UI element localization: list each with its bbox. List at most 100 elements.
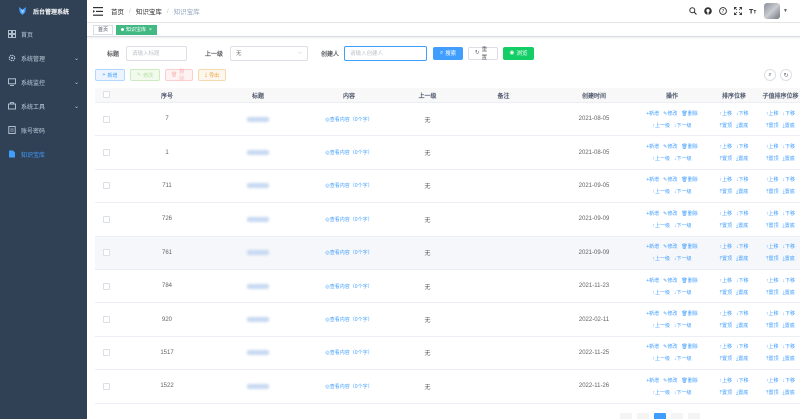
view-content-link[interactable]: ◎查看内容（0个字） [325,349,372,356]
row-checkbox[interactable] [102,115,110,123]
row-checkbox[interactable] [102,316,110,324]
search-icon[interactable] [689,7,697,15]
search-toggle-button[interactable]: ⌕ [764,69,776,81]
move-up-button[interactable]: ↑上移 [719,277,732,284]
creator-input[interactable]: 请输入创建人 [344,45,428,61]
move-up-button[interactable]: ↑上移 [766,277,779,284]
move-down-button[interactable]: ↓下移 [783,277,796,284]
add-button[interactable]: +新增 [646,310,659,317]
move-up-button[interactable]: ↑上移 [719,243,732,250]
next-level-button[interactable]: ↓下一级 [674,188,692,195]
prev-level-button[interactable]: ↑上一级 [652,289,670,296]
cell-title[interactable] [217,283,299,289]
move-bottom-button[interactable]: ⤓置底 [783,322,795,329]
move-top-button[interactable]: ⤒置顶 [766,188,778,195]
move-up-button[interactable]: ↑上移 [719,110,732,117]
next-level-button[interactable]: ↓下一级 [674,289,692,296]
move-bottom-button[interactable]: ⤓置底 [736,222,748,229]
hamburger-icon[interactable] [93,6,103,16]
add-button[interactable]: +新增 [646,243,659,250]
delete-button[interactable]: 🗑︎删除 [681,210,697,217]
edit-button[interactable]: ✎修改 [663,243,677,250]
help-icon[interactable]: ? [719,7,727,15]
sidebar-item[interactable]: 系统管理 ⌄ [0,46,87,70]
breadcrumb-home[interactable]: 首页 [111,6,124,16]
cell-title[interactable] [217,150,299,156]
view-content-link[interactable]: ◎查看内容（0个字） [325,249,372,256]
move-bottom-button[interactable]: ⤓置底 [736,355,748,362]
edit-button[interactable]: ✎修改 [663,377,677,384]
move-bottom-button[interactable]: ⤓置底 [736,188,748,195]
move-up-button[interactable]: ↑上移 [719,310,732,317]
prev-level-button[interactable]: ↑上一级 [652,389,670,396]
prev-level-button[interactable]: ↑上一级 [652,322,670,329]
row-checkbox[interactable] [102,149,110,157]
row-checkbox[interactable] [102,282,110,290]
prev-level-button[interactable]: ↑上一级 [652,188,670,195]
cell-title[interactable] [217,116,299,122]
move-top-button[interactable]: ⤒置顶 [720,355,732,362]
move-up-button[interactable]: ↑上移 [766,110,779,117]
move-down-button[interactable]: ↓下移 [783,143,796,150]
sidebar-item[interactable]: 系统工具 ⌄ [0,94,87,118]
move-top-button[interactable]: ⤒置顶 [720,322,732,329]
delete-button[interactable]: 🗑︎删除 [681,277,697,284]
delete-button[interactable]: 🗑︎删除 [681,343,697,350]
move-down-button[interactable]: ↓下移 [783,176,796,183]
move-down-button[interactable]: ↓下移 [783,343,796,350]
move-down-button[interactable]: ↓下移 [736,176,749,183]
move-up-button[interactable]: ↑上移 [766,243,779,250]
next-level-button[interactable]: ↓下一级 [674,255,692,262]
move-down-button[interactable]: ↓下移 [736,143,749,150]
move-bottom-button[interactable]: ⤓置底 [736,255,748,262]
move-up-button[interactable]: ↑上移 [766,143,779,150]
page-button[interactable] [671,413,683,419]
move-bottom-button[interactable]: ⤓置底 [736,289,748,296]
move-bottom-button[interactable]: ⤓置底 [783,255,795,262]
cell-title[interactable] [217,383,299,389]
move-top-button[interactable]: ⤒置顶 [766,289,778,296]
caret-down-icon[interactable]: ▼ [783,8,788,14]
add-button[interactable]: +新增 [646,277,659,284]
cell-title[interactable] [217,350,299,356]
select-all-checkbox[interactable] [102,90,110,98]
move-bottom-button[interactable]: ⤓置底 [783,289,795,296]
edit-button[interactable]: ✎修改 [663,110,677,117]
move-down-button[interactable]: ↓下移 [736,310,749,317]
move-down-button[interactable]: ↓下移 [736,343,749,350]
move-bottom-button[interactable]: ⤓置底 [736,322,748,329]
move-bottom-button[interactable]: ⤓置底 [736,122,748,129]
move-bottom-button[interactable]: ⤓置底 [783,155,795,162]
delete-button[interactable]: 🗑︎删除 [681,176,697,183]
cell-title[interactable] [217,183,299,189]
add-button[interactable]: +新增 [646,377,659,384]
add-button[interactable]: +新增 [646,110,659,117]
move-bottom-button[interactable]: ⤓置底 [783,355,795,362]
sidebar-item[interactable]: 账号密码 [0,118,87,142]
row-checkbox[interactable] [102,382,110,390]
edit-button[interactable]: ✎修改 [130,69,160,81]
row-checkbox[interactable] [102,249,110,257]
reset-button[interactable]: ↻ 重置 [468,46,499,61]
move-up-button[interactable]: ↑上移 [766,176,779,183]
edit-button[interactable]: ✎修改 [663,143,677,150]
page-button[interactable] [637,413,649,419]
move-top-button[interactable]: ⤒置顶 [766,255,778,262]
move-bottom-button[interactable]: ⤓置底 [783,389,795,396]
close-icon[interactable]: × [149,27,152,33]
move-top-button[interactable]: ⤒置顶 [720,222,732,229]
move-bottom-button[interactable]: ⤓置底 [736,389,748,396]
move-top-button[interactable]: ⤒置顶 [766,389,778,396]
move-up-button[interactable]: ↑上移 [719,210,732,217]
move-up-button[interactable]: ↑上移 [719,377,732,384]
delete-button[interactable]: 🗑︎删除 [681,310,697,317]
prev-level-button[interactable]: ↑上一级 [652,355,670,362]
view-content-link[interactable]: ◎查看内容（0个字） [325,116,372,123]
parent-select[interactable]: 无 ⌵ [230,45,309,61]
move-down-button[interactable]: ↓下移 [736,377,749,384]
move-top-button[interactable]: ⤒置顶 [766,155,778,162]
github-icon[interactable] [704,7,712,15]
move-down-button[interactable]: ↓下移 [736,277,749,284]
view-content-link[interactable]: ◎查看内容（0个字） [325,149,372,156]
move-top-button[interactable]: ⤒置顶 [720,289,732,296]
